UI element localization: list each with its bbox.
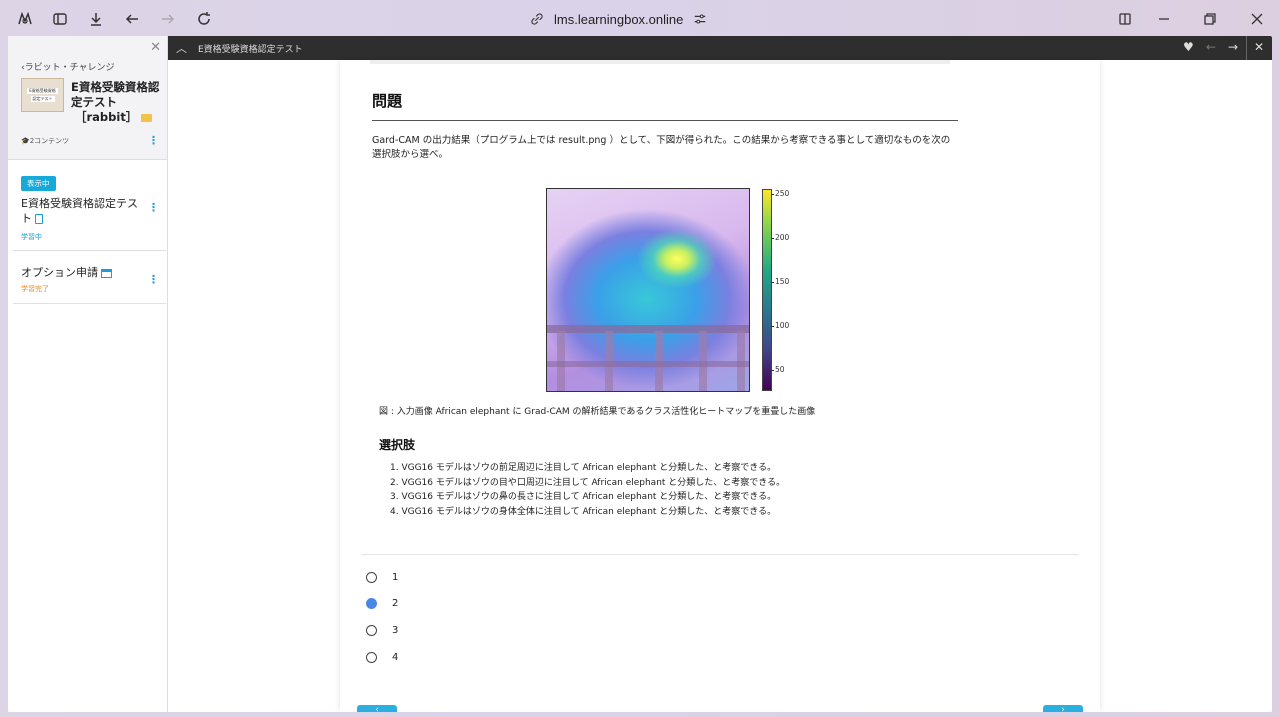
choices-list: 1. VGG16 モデルはゾウの前足周辺に注目して African elepha… (390, 461, 785, 519)
back-to-course-link[interactable]: ‹ラビット・チャレンジ (21, 60, 115, 73)
top-strip (370, 60, 950, 64)
colorbar (762, 189, 772, 391)
split-screen-icon[interactable] (1114, 8, 1136, 30)
course-title-text: E資格受験資格認定テスト (71, 80, 160, 109)
next-content-icon[interactable]: → (1228, 40, 1238, 54)
item-status: 学習完了 (21, 285, 49, 293)
answer-label[interactable]: 1 (392, 572, 398, 583)
back-icon[interactable] (121, 8, 143, 30)
course-thumbnail: E資格受験資格 認定テスト (21, 78, 64, 112)
radio-button[interactable] (366, 651, 377, 663)
favorite-icon[interactable]: ♥ (1183, 40, 1194, 54)
prev-content-icon[interactable]: ← (1206, 40, 1216, 54)
chevron-up-icon[interactable]: ︿ (176, 40, 187, 56)
figure-caption: 図 : 入力画像 African elephant に Grad-CAM の解析… (379, 407, 816, 417)
item-status: 学習中 (21, 233, 42, 241)
reload-icon[interactable] (193, 8, 215, 30)
answer-option-4[interactable]: 4 (366, 648, 398, 666)
radio-button[interactable] (366, 624, 377, 636)
radio-button[interactable] (366, 571, 377, 583)
url-text[interactable]: lms.learningbox.online (554, 12, 683, 27)
forward-icon[interactable] (157, 8, 179, 30)
answer-label[interactable]: 2 (392, 598, 398, 609)
minimize-icon[interactable] (1153, 8, 1175, 30)
link-icon (531, 13, 543, 25)
course-sidebar: ✕ ‹ラビット・チャレンジ E資格受験資格 認定テスト E資格受験資格認定テスト… (8, 36, 168, 712)
close-player-icon[interactable]: ✕ (1254, 40, 1264, 54)
item-title[interactable]: E資格受験資格認定テスト (21, 196, 141, 226)
heading-rule (372, 120, 958, 121)
item-title[interactable]: オプション申請 (21, 265, 141, 280)
answer-label[interactable]: 3 (392, 625, 398, 636)
answer-option-1[interactable]: 1 (366, 568, 398, 586)
fence-graphic (547, 325, 749, 391)
choice-item: 3. VGG16 モデルはゾウの鼻の長さに注目して African elepha… (390, 492, 777, 502)
question-card: 問題 Gard-CAM の出力結果（プログラム上では result.png ）と… (340, 60, 1100, 712)
choice-item: 4. VGG16 モデルはゾウの身体全体に注目して African elepha… (390, 506, 777, 517)
prev-question-button[interactable]: ‹ (357, 705, 397, 712)
close-window-icon[interactable] (1246, 8, 1268, 30)
answer-divider (362, 554, 1078, 555)
topbar-divider (1246, 36, 1247, 60)
address-bar[interactable]: lms.learningbox.online (530, 9, 707, 29)
colorbar-tick: 150 (770, 277, 790, 286)
item-title-text: オプション申請 (21, 266, 98, 279)
course-title: E資格受験資格認定テスト ［rabbit］ (71, 80, 163, 125)
restore-icon[interactable] (1199, 8, 1221, 30)
radio-button-selected[interactable] (366, 597, 377, 609)
folder-icon (141, 113, 153, 122)
item-menu-icon[interactable]: ⋮ (148, 202, 159, 213)
app-frame: ✕ ‹ラビット・チャレンジ E資格受験資格 認定テスト E資格受験資格認定テスト… (8, 36, 1272, 712)
download-icon[interactable] (85, 8, 107, 30)
colorbar-tick: 100 (770, 321, 790, 330)
copilot-icon[interactable] (14, 8, 36, 30)
course-header: ✕ ‹ラビット・チャレンジ E資格受験資格 認定テスト E資格受験資格認定テスト… (8, 36, 167, 160)
content-title: E資格受験資格認定テスト (198, 45, 303, 55)
thumb-line-1: E資格受験資格 (27, 88, 58, 94)
item-menu-icon[interactable]: ⋮ (148, 274, 159, 285)
site-settings-icon[interactable] (693, 12, 707, 26)
colorbar-tick: 50 (771, 365, 785, 374)
answer-option-2[interactable]: 2 (366, 594, 398, 612)
content-area: 問題 Gard-CAM の出力結果（プログラム上では result.png ）と… (168, 60, 1272, 712)
sidebar-toggle-icon[interactable] (49, 8, 71, 30)
choices-heading: 選択肢 (379, 438, 416, 452)
answer-option-3[interactable]: 3 (366, 621, 398, 639)
course-title-suffix: ［rabbit］ (75, 110, 138, 124)
player-topbar: ︿ E資格受験資格認定テスト ♥ ← → ✕ (168, 36, 1272, 60)
answer-label[interactable]: 4 (392, 652, 398, 663)
choice-item: 2. VGG16 モデルはゾウの目や口周辺に注目して African eleph… (390, 477, 786, 488)
course-menu-icon[interactable]: ⋮ (148, 135, 159, 146)
choice-item: 1. VGG16 モデルはゾウの前足周辺に注目して African elepha… (390, 463, 777, 473)
question-heading: 問題 (372, 92, 403, 110)
browser-toolbar: lms.learningbox.online (0, 0, 1280, 37)
contents-count: 🎓2コンテンツ (21, 137, 70, 145)
gradcam-image (546, 188, 750, 392)
colorbar-tick: 200 (770, 233, 790, 242)
thumb-line-2: 認定テスト (30, 96, 55, 102)
colorbar-tick: 250 (770, 189, 790, 198)
status-badge: 表示中 (21, 176, 56, 191)
list-item-test[interactable]: 表示中 E資格受験資格認定テスト 学習中 ⋮ (13, 176, 166, 251)
close-sidebar-icon[interactable]: ✕ (150, 40, 161, 55)
document-icon (35, 214, 43, 224)
next-question-button[interactable]: › (1043, 705, 1083, 712)
list-item-option[interactable]: オプション申請 学習完了 ⋮ (13, 251, 166, 304)
question-text: Gard-CAM の出力結果（プログラム上では result.png ）として、… (372, 135, 951, 160)
window-icon (101, 268, 112, 278)
